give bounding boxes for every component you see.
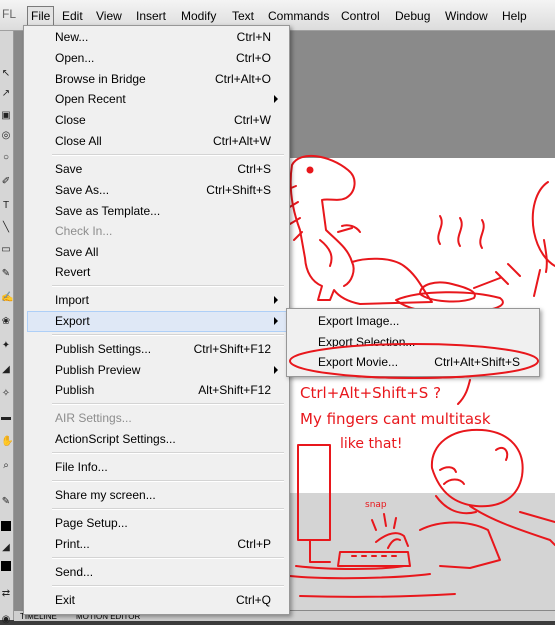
3d-rotation-tool-icon[interactable]: ◎ xyxy=(1,131,11,141)
submenu-arrow-icon xyxy=(274,317,278,325)
menu-item-export[interactable]: Export xyxy=(27,311,287,332)
fill-color-swatch[interactable] xyxy=(1,561,11,571)
zoom-tool-icon[interactable]: ⌕ xyxy=(1,461,11,471)
menu-item-publish[interactable]: Publish Alt+Shift+F12 xyxy=(27,380,287,401)
menu-item-actionscript-settings[interactable]: ActionScript Settings... xyxy=(27,429,287,450)
menu-file[interactable]: File xyxy=(27,6,55,26)
menu-item-air-settings: AIR Settings... xyxy=(55,411,132,425)
menu-item-save[interactable]: Save Ctrl+S xyxy=(27,159,287,180)
deco-tool-icon[interactable]: ❀ xyxy=(1,317,11,327)
hand-tool-icon[interactable]: ✋ xyxy=(1,437,13,447)
menu-help[interactable]: Help xyxy=(502,8,527,24)
menu-item-save-all[interactable]: Save All xyxy=(27,242,287,263)
menu-commands[interactable]: Commands xyxy=(268,8,329,24)
annotation-sound: snap xyxy=(365,500,387,510)
bone-tool-icon[interactable]: ✦ xyxy=(1,341,11,351)
stage-shaded-region xyxy=(288,493,555,610)
annotation-line-1: Ctrl+Alt+Shift+S ? xyxy=(300,384,442,402)
text-tool-icon[interactable]: T xyxy=(1,201,11,211)
menu-item-share-my-screen[interactable]: Share my screen... xyxy=(27,485,287,506)
pen-tool-icon[interactable]: ✐ xyxy=(1,177,11,187)
swap-colors-icon[interactable]: ⇄ xyxy=(1,589,11,599)
menu-item-browse-in-bridge[interactable]: Browse in Bridge Ctrl+Alt+O xyxy=(27,69,287,90)
stroke-color-swatch[interactable] xyxy=(1,521,11,531)
menu-item-page-setup[interactable]: Page Setup... xyxy=(27,513,287,534)
menu-separator xyxy=(52,334,284,336)
menu-separator xyxy=(52,557,284,559)
menu-item-open[interactable]: Open... Ctrl+O xyxy=(27,48,287,69)
menu-item-file-info[interactable]: File Info... xyxy=(27,457,287,478)
annotation-line-3: like that! xyxy=(340,436,403,452)
menu-item-check-in: Check In... xyxy=(55,224,113,238)
menu-debug[interactable]: Debug xyxy=(395,8,430,24)
rectangle-tool-icon[interactable]: ▭ xyxy=(1,245,11,255)
snap-to-objects-icon[interactable]: ◉ xyxy=(1,615,11,625)
submenu-arrow-icon xyxy=(274,366,278,374)
subselect-tool-icon[interactable]: ↗ xyxy=(1,89,11,99)
line-tool-icon[interactable]: ╲ xyxy=(1,223,11,233)
menu-separator xyxy=(52,480,284,482)
menu-item-publish-preview[interactable]: Publish Preview xyxy=(27,360,287,381)
selection-tool-icon[interactable]: ↖ xyxy=(1,69,11,79)
menu-item-save-as[interactable]: Save As... Ctrl+Shift+S xyxy=(27,180,287,201)
tools-panel: ↖ ↗ ▣ ◎ ○ ✐ T ╲ ▭ ✎ ✍ ❀ ✦ ◢ ✧ ▬ ✋ ⌕ ✎ ◢ … xyxy=(0,31,14,625)
brush-tool-icon[interactable]: ✍ xyxy=(1,293,13,303)
menu-item-publish-settings[interactable]: Publish Settings... Ctrl+Shift+F12 xyxy=(27,339,287,360)
pencil-tool-icon[interactable]: ✎ xyxy=(1,269,11,279)
transform-tool-icon[interactable]: ▣ xyxy=(1,111,11,121)
menu-item-open-recent[interactable]: Open Recent xyxy=(27,89,287,110)
menu-edit[interactable]: Edit xyxy=(62,8,83,24)
menu-insert[interactable]: Insert xyxy=(136,8,166,24)
menu-text[interactable]: Text xyxy=(232,8,254,24)
menu-separator xyxy=(52,403,284,405)
menu-control[interactable]: Control xyxy=(341,8,380,24)
menu-item-print[interactable]: Print... Ctrl+P xyxy=(27,534,287,555)
export-submenu: Export Image... Export Selection... Expo… xyxy=(286,308,540,377)
menu-separator xyxy=(52,154,284,156)
stroke-color-icon[interactable]: ✎ xyxy=(1,497,11,507)
menu-item-close[interactable]: Close Ctrl+W xyxy=(27,110,287,131)
app-logo: FL xyxy=(2,7,17,21)
file-menu: New... Ctrl+N Open... Ctrl+O Browse in Bri… xyxy=(23,25,290,615)
lasso-tool-icon[interactable]: ○ xyxy=(1,153,11,163)
menu-item-exit[interactable]: Exit Ctrl+Q xyxy=(27,590,287,611)
menu-separator xyxy=(52,452,284,454)
menu-item-close-all[interactable]: Close All Ctrl+Alt+W xyxy=(27,131,287,152)
menu-item-export-movie[interactable]: Export Movie... Ctrl+Alt+Shift+S xyxy=(290,352,536,373)
eyedropper-tool-icon[interactable]: ✧ xyxy=(1,389,11,399)
submenu-arrow-icon xyxy=(274,95,278,103)
annotation-line-2: My fingers cant multitask xyxy=(300,410,491,428)
menu-separator xyxy=(52,508,284,510)
paint-bucket-tool-icon[interactable]: ◢ xyxy=(1,365,11,375)
menu-item-revert[interactable]: Revert xyxy=(27,262,287,283)
menu-item-save-as-template[interactable]: Save as Template... xyxy=(27,201,287,222)
menu-item-export-selection[interactable]: Export Selection... xyxy=(290,332,536,353)
menu-modify[interactable]: Modify xyxy=(181,8,216,24)
menu-item-export-image[interactable]: Export Image... xyxy=(290,311,536,332)
menu-view[interactable]: View xyxy=(96,8,122,24)
menu-item-new[interactable]: New... Ctrl+N xyxy=(27,27,287,48)
eraser-tool-icon[interactable]: ▬ xyxy=(1,413,11,423)
menu-separator xyxy=(52,285,284,287)
menu-separator xyxy=(52,585,284,587)
submenu-arrow-icon xyxy=(274,296,278,304)
fill-color-icon[interactable]: ◢ xyxy=(1,543,11,553)
menu-window[interactable]: Window xyxy=(445,8,488,24)
menu-item-send[interactable]: Send... xyxy=(27,562,287,583)
menu-item-import[interactable]: Import xyxy=(27,290,287,311)
